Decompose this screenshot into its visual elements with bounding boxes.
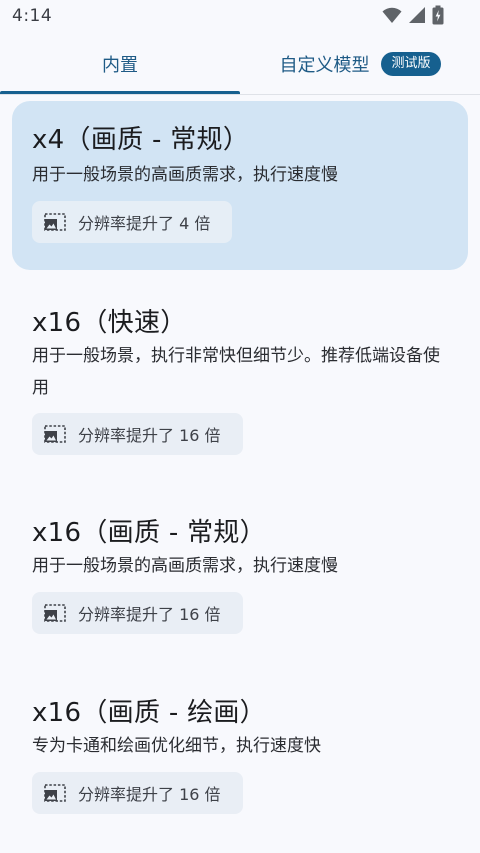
image-resize-icon [44,604,66,622]
status-icons [382,5,444,29]
image-resize-icon [44,213,66,231]
upscale-chip-label: 分辨率提升了 4 倍 [78,214,211,233]
tab-custom-models-label: 自定义模型 [279,55,370,76]
tab-bar: 内置 自定义模型 测试版 [0,36,480,96]
model-description: 专为卡通和绘画优化细节，执行速度快 [32,736,321,756]
tab-builtin-label: 内置 [102,55,138,76]
upscale-chip: 分辨率提升了 4 倍 [32,201,233,243]
model-title: x4（画质 - 常规） [32,125,250,155]
status-time: 4:14 [12,6,53,26]
model-card-x4-quality-general[interactable]: x4（画质 - 常规） 用于一般场景的高画质需求，执行速度慢 分辨率提升了 4 … [12,101,468,270]
status-bar: 4:14 [0,0,480,36]
upscale-chip: 分辨率提升了 16 倍 [32,413,243,455]
model-title: x16（画质 - 绘画） [32,698,266,728]
signal-icon [408,6,426,28]
upscale-chip: 分辨率提升了 16 倍 [32,772,243,814]
beta-badge: 测试版 [381,52,441,76]
tab-builtin[interactable]: 内置 [0,36,240,92]
model-list: x4（画质 - 常规） 用于一般场景的高画质需求，执行速度慢 分辨率提升了 4 … [0,96,480,853]
model-card-x16-fast[interactable]: x16（快速） 用于一般场景，执行非常快但细节少。推荐低端设备使用 分辨率提升了… [12,286,468,476]
model-card-x16-quality-general[interactable]: x16（画质 - 常规） 用于一般场景的高画质需求，执行速度慢 分辨率提升了 1… [12,496,468,656]
model-card-x16-quality-painting[interactable]: x16（画质 - 绘画） 专为卡通和绘画优化细节，执行速度快 分辨率提升了 16… [12,676,468,836]
wifi-icon [382,6,402,28]
battery-icon [432,5,444,29]
tab-divider [0,94,480,95]
model-description: 用于一般场景的高画质需求，执行速度慢 [32,165,338,185]
app-screen: 4:14 内置 自定义模型 测试版 x4（画质 - 常规） 用于一般场景的高画质… [0,0,480,853]
model-description: 用于一般场景，执行非常快但细节少。推荐低端设备使用 [32,346,440,398]
upscale-chip-label: 分辨率提升了 16 倍 [78,785,221,804]
upscale-chip-label: 分辨率提升了 16 倍 [78,426,221,445]
model-title: x16（画质 - 常规） [32,518,266,548]
model-description: 用于一般场景的高画质需求，执行速度慢 [32,556,338,576]
image-resize-icon [44,784,66,802]
model-title: x16（快速） [32,308,187,338]
upscale-chip-label: 分辨率提升了 16 倍 [78,605,221,624]
tab-custom-models[interactable]: 自定义模型 测试版 [240,36,480,92]
upscale-chip: 分辨率提升了 16 倍 [32,592,243,634]
image-resize-icon [44,425,66,443]
